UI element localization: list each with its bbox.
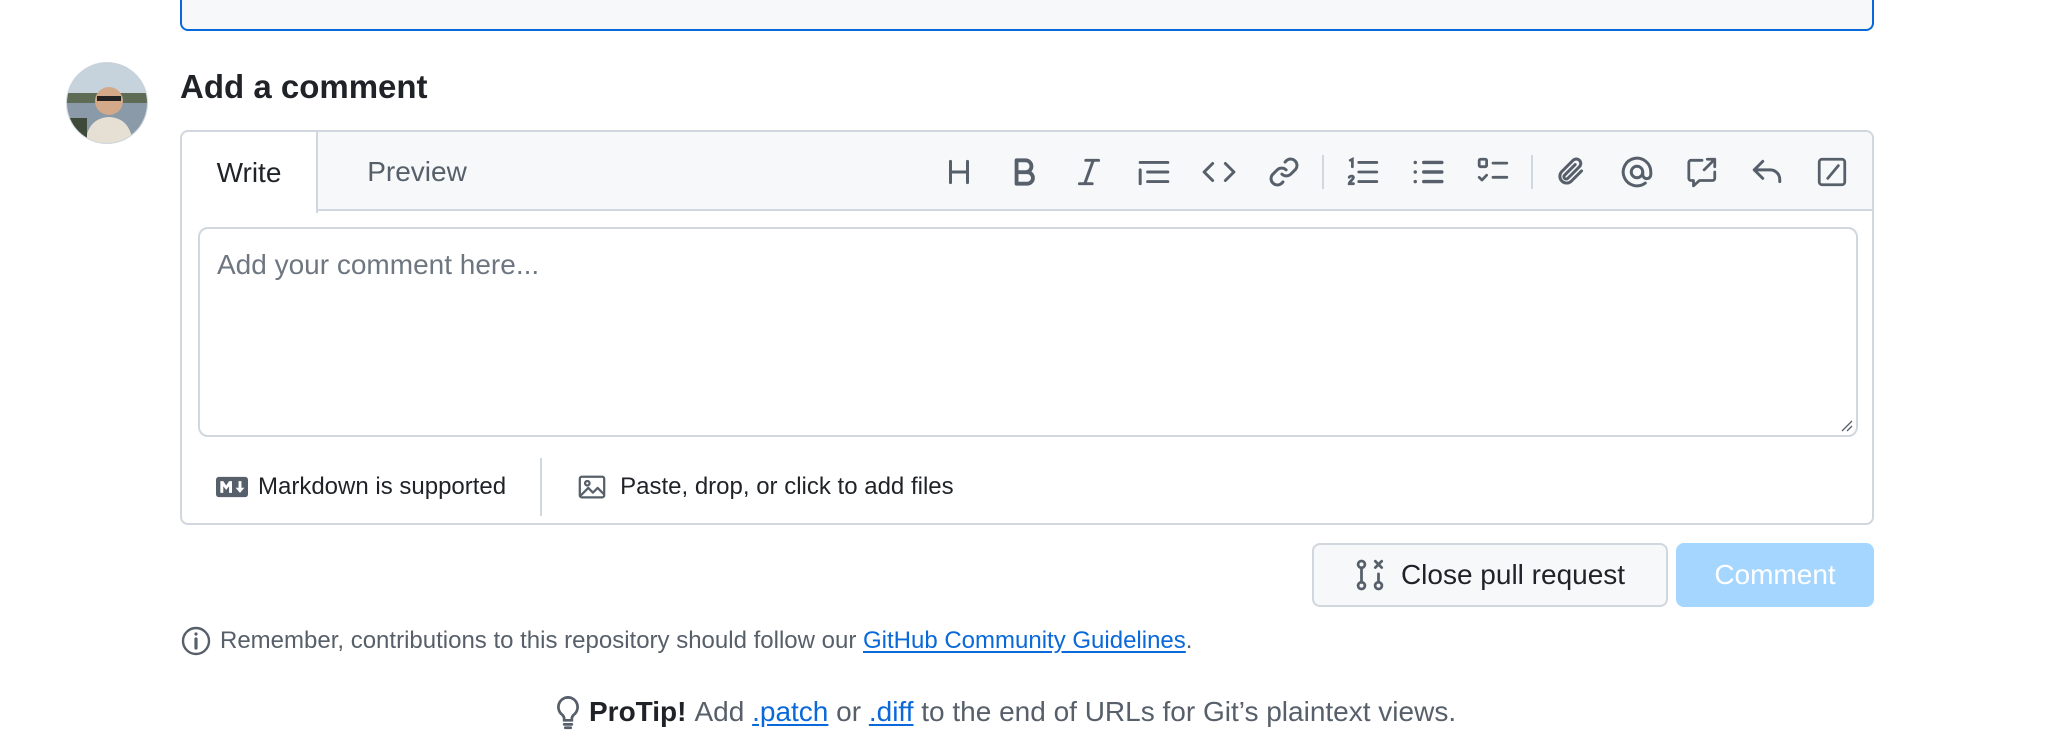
markdown-label: Markdown is supported bbox=[258, 473, 507, 500]
add-files-label: Paste, drop, or click to add files bbox=[620, 473, 954, 500]
markdown-supported-link[interactable]: Markdown is supported bbox=[182, 458, 543, 516]
toolbar-divider bbox=[1322, 154, 1324, 189]
comment-placeholder: Add your comment here... bbox=[217, 249, 540, 280]
close-pull-request-button[interactable]: Close pull request bbox=[1312, 543, 1668, 607]
task-list-icon[interactable] bbox=[1460, 142, 1525, 202]
pull-request-closed-icon bbox=[1356, 559, 1384, 591]
editor-footer: Markdown is supported Paste, drop, or cl… bbox=[182, 452, 1872, 522]
comment-editor: Write Preview Add your comment here... M… bbox=[180, 130, 1874, 525]
comment-button[interactable]: Comment bbox=[1676, 543, 1874, 607]
ordered-list-icon[interactable] bbox=[1330, 142, 1395, 202]
patch-link[interactable]: .patch bbox=[752, 696, 828, 728]
protip: ProTip! Add .patch or .diff to the end o… bbox=[553, 694, 1456, 730]
tab-write[interactable]: Write bbox=[182, 132, 318, 213]
code-icon[interactable] bbox=[1186, 142, 1251, 202]
link-icon[interactable] bbox=[1251, 142, 1316, 202]
add-files-button[interactable]: Paste, drop, or click to add files bbox=[542, 472, 954, 502]
previous-comment-box bbox=[180, 0, 1874, 31]
guidelines-prefix: Remember, contributions to this reposito… bbox=[220, 627, 857, 654]
comment-input[interactable]: Add your comment here... bbox=[198, 227, 1858, 437]
lightbulb-icon bbox=[557, 696, 579, 730]
community-guidelines-link[interactable]: GitHub Community Guidelines bbox=[863, 627, 1186, 655]
reply-icon[interactable] bbox=[1734, 142, 1799, 202]
toolbar-divider bbox=[1531, 154, 1533, 189]
image-icon bbox=[578, 475, 606, 499]
markdown-toolbar bbox=[926, 132, 1864, 211]
editor-header: Write Preview bbox=[182, 132, 1872, 213]
guidelines-note: Remember, contributions to this reposito… bbox=[180, 625, 1192, 657]
heading-icon[interactable] bbox=[926, 142, 991, 202]
protip-or: or bbox=[836, 696, 862, 727]
reference-icon[interactable] bbox=[1669, 142, 1734, 202]
protip-text-1: Add bbox=[694, 696, 745, 727]
italic-icon[interactable] bbox=[1056, 142, 1121, 202]
comment-title: Add a comment bbox=[180, 68, 428, 105]
close-pull-request-label: Close pull request bbox=[1400, 559, 1626, 590]
bold-icon[interactable] bbox=[991, 142, 1056, 202]
markdown-icon bbox=[216, 476, 248, 498]
attach-icon[interactable] bbox=[1539, 142, 1604, 202]
saved-replies-icon[interactable] bbox=[1799, 142, 1864, 202]
protip-label: ProTip! bbox=[589, 696, 687, 727]
mention-icon[interactable] bbox=[1604, 142, 1669, 202]
guidelines-suffix: . bbox=[1185, 627, 1193, 654]
diff-link[interactable]: .diff bbox=[869, 696, 914, 728]
info-icon bbox=[181, 626, 211, 656]
avatar[interactable] bbox=[66, 62, 148, 144]
protip-text-2: to the end of URLs for Git’s plaintext v… bbox=[921, 696, 1457, 727]
resize-handle-icon[interactable] bbox=[1837, 416, 1853, 432]
tab-preview[interactable]: Preview bbox=[342, 132, 492, 211]
quote-icon[interactable] bbox=[1121, 142, 1186, 202]
unordered-list-icon[interactable] bbox=[1395, 142, 1460, 202]
